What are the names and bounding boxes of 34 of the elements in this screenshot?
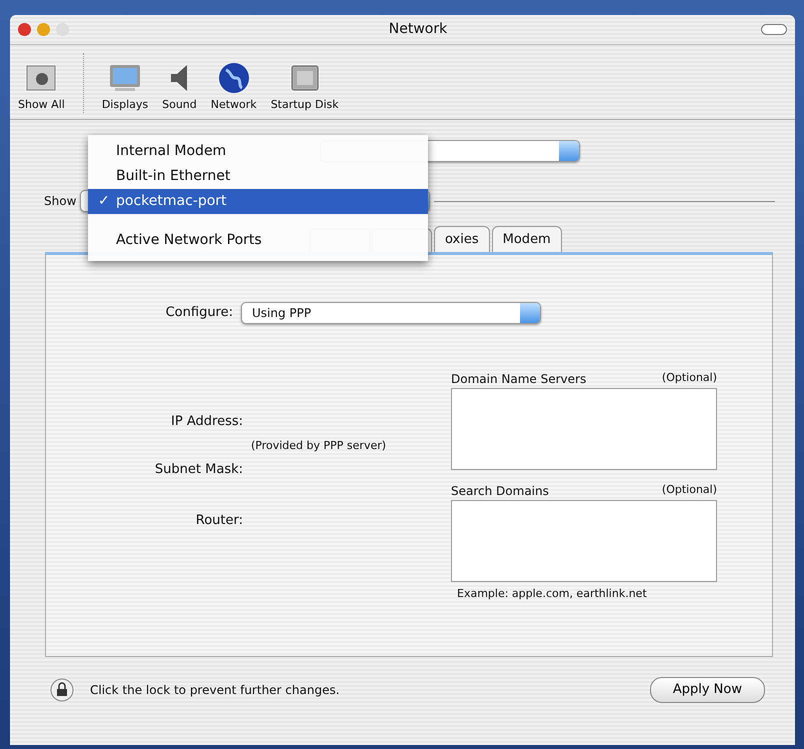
- close-button[interactable]: [18, 23, 31, 36]
- field-label: Subnet Mask:: [154, 460, 244, 479]
- configure-label: Configure:: [164, 304, 234, 322]
- minimize-button[interactable]: [37, 23, 50, 36]
- menu-item[interactable]: Internal Modem: [88, 139, 428, 164]
- globe-icon: [216, 62, 251, 94]
- search-domains-label: Search Domains: [451, 483, 549, 500]
- tab[interactable]: Modem: [492, 226, 562, 252]
- show-all-button[interactable]: Show All: [14, 62, 69, 113]
- menu-item[interactable]: ✓ pocketmac-port: [88, 189, 428, 214]
- toolbar-toggle-button[interactable]: [761, 24, 787, 35]
- search-domains-field[interactable]: [451, 500, 717, 582]
- field-label: Router:: [194, 512, 244, 530]
- provided-note: (Provided by PPP server): [251, 439, 386, 452]
- network-button[interactable]: Network: [206, 62, 261, 113]
- dns-label: Domain Name Servers: [451, 371, 586, 388]
- lock-icon[interactable]: [50, 678, 74, 702]
- startup-disk-button[interactable]: Startup Disk: [266, 62, 343, 113]
- menu-item[interactable]: Built-in Ethernet: [88, 164, 428, 189]
- tab[interactable]: oxies: [434, 226, 490, 252]
- show-label: Show: [44, 193, 76, 210]
- displays-button[interactable]: Displays: [98, 62, 152, 113]
- menu-item[interactable]: Active Network Ports: [88, 228, 428, 253]
- apply-now-button[interactable]: Apply Now: [650, 677, 765, 702]
- dns-field[interactable]: [451, 388, 717, 470]
- field-label: IP Address:: [170, 413, 244, 432]
- window-title: Network: [388, 20, 448, 39]
- lock-message: Click the lock to prevent further changes.: [90, 682, 340, 699]
- optional-label: (Optional): [662, 482, 717, 498]
- configure-popup[interactable]: Using PPP: [241, 302, 541, 324]
- optional-label: (Optional): [662, 370, 717, 386]
- checkmark-icon: ✓: [98, 191, 110, 212]
- example-note: Example: apple.com, earthlink.net: [456, 586, 648, 602]
- sound-button[interactable]: Sound: [158, 62, 201, 113]
